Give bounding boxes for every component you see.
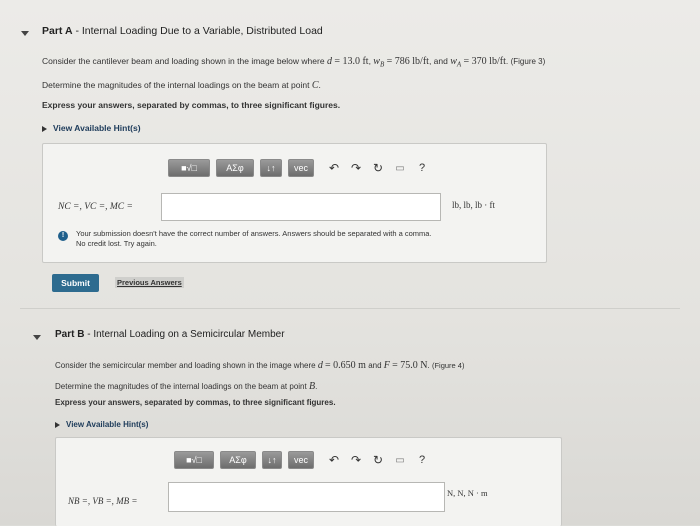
help-icon-b[interactable]: ?	[414, 452, 430, 468]
part-a-statement-text: Consider the cantilever beam and loading…	[42, 56, 325, 66]
part-b-figure-link[interactable]: (Figure 4)	[432, 361, 465, 370]
part-b-statement: Consider the semicircular member and loa…	[55, 360, 465, 371]
subscript-button[interactable]: ↓↑	[260, 159, 282, 177]
part-a-units: lb, lb, lb · ft	[452, 200, 495, 210]
part-b-title: Part B - Internal Loading on a Semicircu…	[55, 329, 285, 340]
part-a-answer-input[interactable]	[161, 193, 441, 221]
part-a-feedback: Your submission doesn't have the correct…	[76, 229, 536, 249]
part-b-and: and	[368, 361, 382, 370]
part-a-determine-text: Determine the magnitudes of the internal…	[42, 80, 310, 90]
part-b-math-toolbar: ■√□ ΑΣφ ↓↑ vec ↶ ↷ ↻ ▭ ?	[174, 450, 430, 470]
part-a-instruction: Express your answers, separated by comma…	[42, 100, 341, 110]
vec-button-b[interactable]: vec	[288, 451, 314, 469]
part-b-title-text: - Internal Loading on a Semicircular Mem…	[87, 329, 285, 340]
part-a-statement: Consider the cantilever beam and loading…	[42, 56, 546, 69]
greek-button[interactable]: ΑΣφ	[216, 159, 254, 177]
part-a-title: Part A - Internal Loading Due to a Varia…	[42, 25, 323, 37]
part-a-hint-toggle[interactable]: View Available Hint(s)	[42, 123, 141, 133]
undo-icon-b[interactable]: ↶	[326, 452, 342, 468]
part-a-math-toolbar: ■√□ ΑΣφ ↓↑ vec ↶ ↷ ↻ ▭ ?	[168, 158, 430, 178]
part-a-submit-button[interactable]: Submit	[52, 274, 99, 292]
part-a-wb-val: = 786 lb/ft	[386, 56, 429, 67]
templates-button-b[interactable]: ■√□	[174, 451, 214, 469]
part-a-label: Part A	[42, 25, 73, 37]
part-b-d-val: = 0.650 m	[325, 360, 366, 371]
keyboard-icon-b[interactable]: ▭	[392, 452, 408, 468]
section-divider	[20, 308, 680, 309]
reset-icon[interactable]: ↻	[370, 160, 386, 176]
help-icon[interactable]: ?	[414, 160, 430, 176]
keyboard-icon[interactable]: ▭	[392, 160, 408, 176]
part-a-wa-var: w	[450, 56, 457, 67]
part-a-d-val: = 13.0 ft	[334, 56, 369, 67]
subscript-button-b[interactable]: ↓↑	[262, 451, 282, 469]
part-a-and: , and	[428, 56, 448, 66]
part-b-answer-label: NB =, VB =, MB =	[68, 496, 138, 506]
part-b-f-val: = 75.0 N	[392, 360, 428, 371]
part-b-determine-text: Determine the magnitudes of the internal…	[55, 382, 307, 391]
greek-button-b[interactable]: ΑΣφ	[220, 451, 256, 469]
part-a-answer-label: NC =, VC =, MC =	[58, 202, 133, 212]
part-a-wb-var: w	[373, 56, 380, 67]
part-a-previous-answers-link[interactable]: Previous Answers	[115, 277, 184, 288]
part-b-determine: Determine the magnitudes of the internal…	[55, 381, 318, 392]
part-a-determine: Determine the magnitudes of the internal…	[42, 80, 321, 91]
part-b-units: N, N, N · m	[447, 488, 488, 498]
part-b-instruction: Express your answers, separated by comma…	[55, 398, 336, 407]
part-a-wa-val: = 370 lb/ft	[463, 56, 506, 67]
redo-icon[interactable]: ↷	[348, 160, 364, 176]
part-a-answer-box: ■√□ ΑΣφ ↓↑ vec ↶ ↷ ↻ ▭ ? NC =, VC =, MC …	[42, 143, 547, 263]
redo-icon-b[interactable]: ↷	[348, 452, 364, 468]
expand-hint-icon-b	[55, 421, 60, 428]
undo-icon[interactable]: ↶	[326, 160, 342, 176]
part-b-answer-box: ■√□ ΑΣφ ↓↑ vec ↶ ↷ ↻ ▭ ? NB =, VB =, MB …	[55, 437, 562, 526]
part-a-d-var: d	[326, 56, 332, 67]
templates-button[interactable]: ■√□	[168, 159, 210, 177]
part-a-wb-sub: B	[379, 60, 385, 69]
part-a-feedback-line2: No credit lost. Try again.	[76, 239, 157, 248]
info-icon: !	[58, 231, 68, 241]
part-a-wa-sub: A	[456, 60, 462, 69]
part-b-label: Part B	[55, 329, 85, 340]
part-b-answer-input[interactable]	[168, 482, 445, 512]
part-b-hint-toggle[interactable]: View Available Hint(s)	[55, 420, 148, 429]
part-b-f-var: F	[383, 360, 390, 371]
part-b-hint-label: View Available Hint(s)	[66, 420, 149, 429]
part-a-figure-link[interactable]: (Figure 3)	[511, 57, 546, 66]
part-b-point: B	[308, 381, 316, 392]
part-b-d-var: d	[317, 360, 323, 371]
page: Part A - Internal Loading Due to a Varia…	[0, 0, 700, 526]
part-a-feedback-line1: Your submission doesn't have the correct…	[76, 229, 432, 238]
part-a-point: C	[311, 80, 319, 91]
expand-hint-icon	[42, 125, 47, 132]
collapse-part-b-icon[interactable]	[33, 335, 41, 340]
part-a-title-text: - Internal Loading Due to a Variable, Di…	[75, 25, 323, 37]
vec-button[interactable]: vec	[288, 159, 314, 177]
part-b-statement-text: Consider the semicircular member and loa…	[55, 361, 316, 370]
reset-icon-b[interactable]: ↻	[370, 452, 386, 468]
part-a-hint-label: View Available Hint(s)	[53, 123, 141, 133]
collapse-part-a-icon[interactable]	[21, 31, 29, 36]
